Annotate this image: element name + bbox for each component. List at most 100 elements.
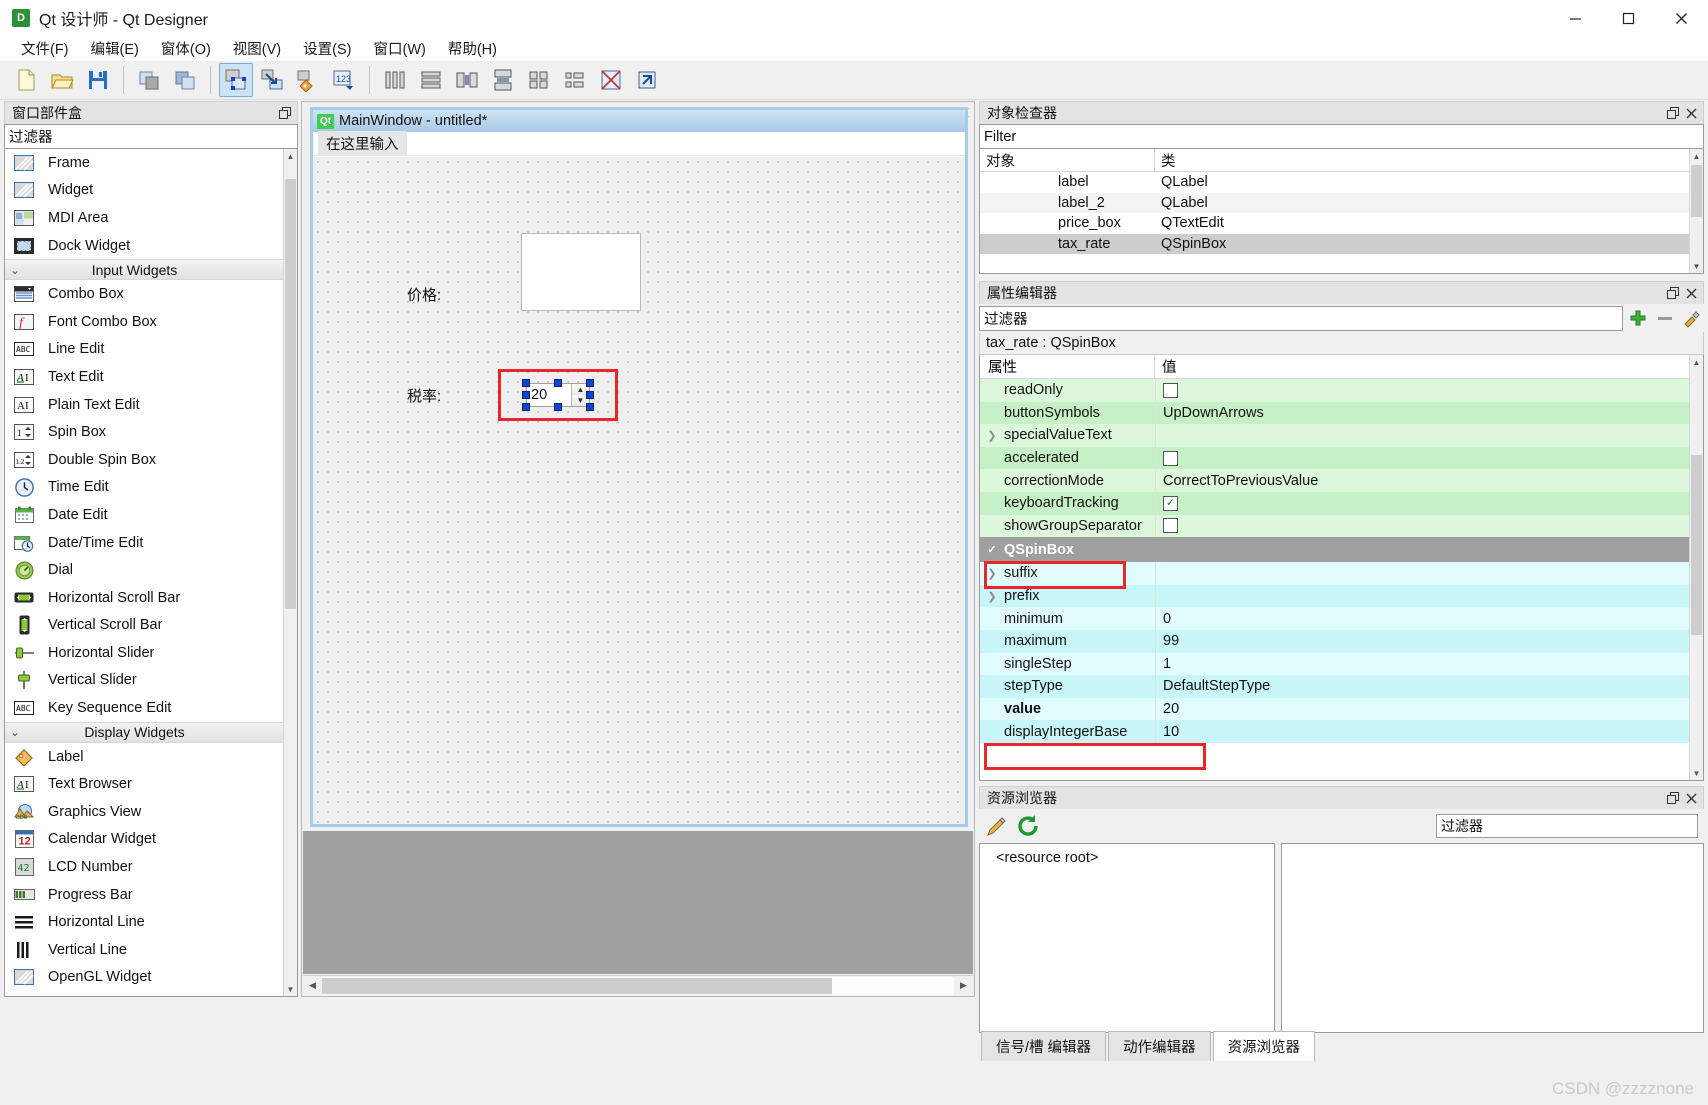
new-form-button[interactable] <box>9 63 43 97</box>
widget-box-scrollbar[interactable]: ▲ ▼ <box>283 149 297 996</box>
menu-window[interactable]: 窗口(W) <box>362 36 436 61</box>
widget-item-frame[interactable]: Frame <box>5 149 283 177</box>
scroll-thumb[interactable] <box>285 179 296 609</box>
property-row-suffix[interactable]: ❯ suffix <box>980 562 1689 585</box>
widget-item-vertical-line[interactable]: Vertical Line <box>5 936 283 964</box>
object-inspector-scrollbar[interactable]: ▲ ▼ <box>1689 149 1703 273</box>
resize-handle-br[interactable] <box>586 403 594 411</box>
widget-item-font-combo-box[interactable]: f Font Combo Box <box>5 308 283 336</box>
widget-item-horizontal-scroll-bar[interactable]: Horizontal Scroll Bar <box>5 584 283 612</box>
table-row[interactable]: label_2 QLabel <box>980 192 1703 213</box>
form-price-textedit[interactable] <box>521 233 641 311</box>
accelerated-checkbox[interactable] <box>1163 450 1178 466</box>
configure-icon[interactable] <box>1680 306 1704 330</box>
minimize-button[interactable] <box>1549 0 1602 36</box>
widget-item-calendar-widget[interactable]: 12 Calendar Widget <box>5 826 283 854</box>
scroll-left-icon[interactable]: ◀ <box>303 976 322 995</box>
widget-item-spin-box[interactable]: 1 Spin Box <box>5 418 283 446</box>
scroll-down-icon[interactable]: ▼ <box>1690 766 1703 780</box>
property-value[interactable]: 1 <box>1155 652 1689 676</box>
widget-item-vertical-scroll-bar[interactable]: Vertical Scroll Bar <box>5 612 283 640</box>
resize-handle-b[interactable] <box>554 403 562 411</box>
widget-item-vertical-slider[interactable]: Vertical Slider <box>5 667 283 695</box>
menu-form[interactable]: 窗体(O) <box>150 36 222 61</box>
scroll-up-icon[interactable]: ▲ <box>1690 149 1703 163</box>
layout-grid-button[interactable] <box>522 63 556 97</box>
widget-item-text-edit[interactable]: AI Text Edit <box>5 363 283 391</box>
form-menu-placeholder[interactable]: 在这里输入 <box>318 131 407 156</box>
scroll-up-icon[interactable]: ▲ <box>1690 355 1703 369</box>
property-value[interactable] <box>1155 562 1689 585</box>
break-layout-button[interactable] <box>594 63 628 97</box>
table-row-selected[interactable]: tax_rate QSpinBox <box>980 233 1703 254</box>
property-row-accelerated[interactable]: accelerated <box>980 446 1689 470</box>
save-form-button[interactable] <box>81 63 115 97</box>
scroll-down-icon[interactable]: ▼ <box>1690 259 1703 273</box>
open-form-button[interactable] <box>45 63 79 97</box>
float-icon[interactable] <box>277 105 293 121</box>
resize-handle-t[interactable] <box>554 379 562 387</box>
resize-handle-bl[interactable] <box>522 403 530 411</box>
paste-button[interactable] <box>168 63 202 97</box>
resize-handle-tr[interactable] <box>586 379 594 387</box>
property-value[interactable] <box>1155 424 1689 447</box>
property-row-specialvaluetext[interactable]: ❯ specialValueText <box>980 424 1689 447</box>
widget-box-filter-input[interactable]: 过滤器 <box>4 124 298 149</box>
form-label-tax[interactable]: 税率: <box>407 385 441 406</box>
property-row-value[interactable]: value 20 <box>980 697 1689 721</box>
resource-tree[interactable]: <resource root> <box>979 843 1275 1033</box>
property-value[interactable]: CorrectToPreviousValue <box>1155 469 1689 492</box>
property-value[interactable] <box>1155 584 1689 608</box>
close-icon[interactable] <box>1683 790 1699 806</box>
property-row-readonly[interactable]: readOnly <box>980 379 1689 402</box>
widget-item-graphics-view[interactable]: abc Graphics View <box>5 798 283 826</box>
property-row-showgroupseparator[interactable]: showGroupSeparator <box>980 514 1689 538</box>
close-icon[interactable] <box>1683 105 1699 121</box>
resource-preview[interactable] <box>1281 843 1704 1033</box>
scroll-thumb[interactable] <box>1691 165 1702 217</box>
form-menu-bar[interactable]: 在这里输入 <box>313 131 965 156</box>
resource-filter-input[interactable]: 过滤器 <box>1436 814 1698 838</box>
adjust-size-button[interactable] <box>630 63 664 97</box>
resize-handle-r[interactable] <box>586 391 594 399</box>
widget-item-plain-text-edit[interactable]: AI Plain Text Edit <box>5 391 283 419</box>
maximize-button[interactable] <box>1602 0 1655 36</box>
edit-buddies-button[interactable] <box>291 63 325 97</box>
property-row-displayintegerbase[interactable]: displayIntegerBase 10 <box>980 720 1689 743</box>
menu-settings[interactable]: 设置(S) <box>292 36 362 61</box>
object-inspector-filter-input[interactable]: Filter <box>979 124 1704 149</box>
remove-icon[interactable] <box>1653 306 1677 330</box>
resize-handle-tl[interactable] <box>522 379 530 387</box>
chevron-right-icon[interactable]: ❯ <box>980 590 1004 603</box>
scroll-track[interactable] <box>322 976 954 995</box>
property-value[interactable]: 99 <box>1155 629 1689 653</box>
property-row-steptype[interactable]: stepType DefaultStepType <box>980 675 1689 698</box>
widget-item-mdi-area[interactable]: MDI Area <box>5 204 283 232</box>
menu-help[interactable]: 帮助(H) <box>437 36 508 61</box>
scroll-right-icon[interactable]: ▶ <box>954 976 973 995</box>
form-canvas[interactable]: 价格: 税率: 20 ▲ ▼ <box>313 157 965 824</box>
layout-form-button[interactable] <box>558 63 592 97</box>
widget-item-horizontal-slider[interactable]: Horizontal Slider <box>5 639 283 667</box>
property-editor-scrollbar[interactable]: ▲ ▼ <box>1689 355 1703 780</box>
property-value[interactable]: 20 <box>1155 697 1689 721</box>
menu-file[interactable]: 文件(F) <box>10 36 80 61</box>
close-button[interactable] <box>1655 0 1708 36</box>
scroll-down-icon[interactable]: ▼ <box>284 982 297 996</box>
edit-widgets-button[interactable] <box>219 63 253 97</box>
property-row-prefix[interactable]: ❯ prefix <box>980 584 1689 608</box>
edit-signals-slots-button[interactable] <box>255 63 289 97</box>
table-row[interactable]: price_box QTextEdit <box>980 213 1703 234</box>
keyboardtracking-checkbox[interactable]: ✓ <box>1163 495 1178 511</box>
table-row[interactable]: label QLabel <box>980 172 1703 193</box>
widget-item-text-browser[interactable]: AI Text Browser <box>5 770 283 798</box>
showgroupseparator-checkbox[interactable] <box>1163 518 1178 534</box>
widget-item-date-time-edit[interactable]: Date/Time Edit <box>5 529 283 557</box>
readonly-checkbox[interactable] <box>1163 382 1178 398</box>
layout-splitter-v-button[interactable] <box>486 63 520 97</box>
float-icon[interactable] <box>1665 105 1681 121</box>
close-icon[interactable] <box>1683 285 1699 301</box>
scroll-thumb[interactable] <box>1691 455 1702 635</box>
widget-item-label[interactable]: Label <box>5 743 283 771</box>
float-icon[interactable] <box>1665 790 1681 806</box>
